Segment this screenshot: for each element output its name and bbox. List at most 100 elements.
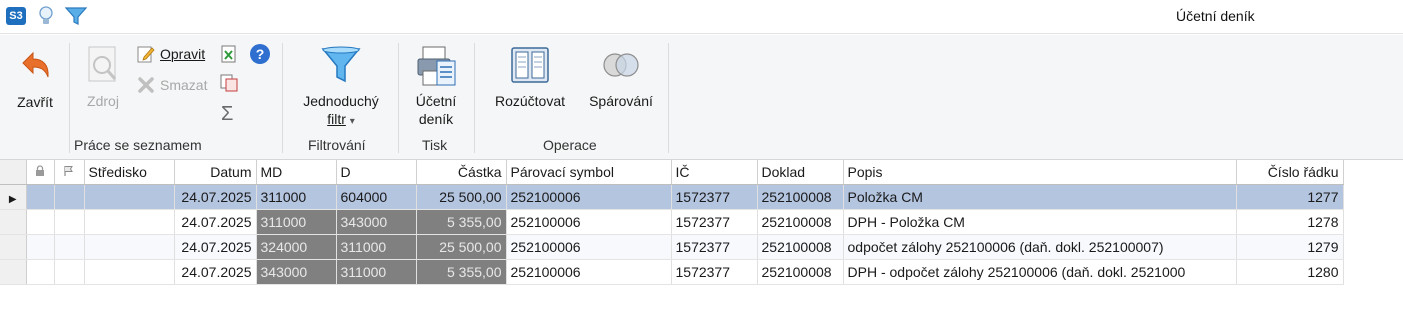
cell-cislo-radku[interactable]: 1280 <box>1236 259 1344 285</box>
flag-icon <box>64 165 73 176</box>
lock-cell <box>26 234 55 260</box>
source-button-label: Zdroj <box>87 93 119 109</box>
cell-datum[interactable]: 24.07.2025 <box>174 259 257 285</box>
delete-button[interactable]: Smazat <box>136 75 207 95</box>
simple-filter-label-2-wrap: filtr ▾ <box>327 110 355 131</box>
journal-grid: Středisko Datum MD D Částka Párovací sym… <box>0 160 1344 285</box>
group-label-filtrovani: Filtrování <box>308 137 366 153</box>
overlapping-circles-icon <box>603 53 639 77</box>
journal-print-button[interactable]: Účetní deník <box>410 45 462 128</box>
row-indicator <box>0 234 27 260</box>
group-label-prace: Práce se seznamem <box>74 137 202 153</box>
row-pointer-glyph: ▶ <box>8 193 17 205</box>
cell-castka[interactable]: 5 355,00 <box>416 209 507 235</box>
column-header-parovaci-symbol[interactable]: Párovací symbol <box>506 160 672 185</box>
cell-cislo-radku[interactable]: 1278 <box>1236 209 1344 235</box>
column-header-datum[interactable]: Datum <box>174 160 257 185</box>
cell-d[interactable]: 343000 <box>336 209 417 235</box>
flag-column-header[interactable] <box>54 160 85 185</box>
cell-doklad[interactable]: 252100008 <box>757 209 844 235</box>
close-button[interactable]: Zavřít <box>12 49 58 111</box>
cell-doklad[interactable]: 252100008 <box>757 234 844 260</box>
cell-stredisko[interactable] <box>84 234 175 260</box>
matching-button[interactable]: Spárování <box>584 45 658 110</box>
title-bar: S3 Účetní deník <box>0 0 1403 34</box>
column-header-stredisko[interactable]: Středisko <box>84 160 175 185</box>
cell-popis[interactable]: DPH - Položka CM <box>843 209 1237 235</box>
cell-d[interactable]: 604000 <box>336 184 417 210</box>
delete-x-icon <box>138 77 154 93</box>
edit-button[interactable]: Opravit <box>136 44 205 64</box>
cell-cislo-radku[interactable]: 1279 <box>1236 234 1344 260</box>
cell-popis[interactable]: odpočet zálohy 252100006 (daň. dokl. 252… <box>843 234 1237 260</box>
matching-button-label: Spárování <box>589 93 653 109</box>
column-header-ic[interactable]: IČ <box>671 160 758 185</box>
cell-popis[interactable]: DPH - odpočet zálohy 252100006 (daň. dok… <box>843 259 1237 285</box>
cell-d[interactable]: 311000 <box>336 259 417 285</box>
cell-datum[interactable]: 24.07.2025 <box>174 209 257 235</box>
cell-parovaci-symbol[interactable]: 252100006 <box>506 259 672 285</box>
row-pointer-icon: ▶ <box>0 184 27 210</box>
ribbon: Zavřít Zdroj Opravit Smazat ? Σ Práce se… <box>0 35 1403 160</box>
column-header-popis[interactable]: Popis <box>843 160 1237 185</box>
source-button[interactable]: Zdroj <box>80 45 126 110</box>
cell-parovaci-symbol[interactable]: 252100006 <box>506 234 672 260</box>
sum-icon[interactable]: Σ <box>221 103 233 126</box>
lock-column-header[interactable] <box>26 160 55 185</box>
table-row[interactable]: 24.07.2025 343000 311000 5 355,00 252100… <box>0 259 1344 285</box>
lightbulb-icon[interactable] <box>35 5 57 27</box>
table-row[interactable]: 24.07.2025 324000 311000 25 500,00 25210… <box>0 234 1344 260</box>
journal-print-label-2: deník <box>418 111 454 127</box>
column-header-cislo-radku[interactable]: Číslo řádku <box>1236 160 1344 185</box>
cell-md[interactable]: 324000 <box>256 234 337 260</box>
flag-cell <box>54 209 85 235</box>
cell-md[interactable]: 311000 <box>256 209 337 235</box>
allocate-button[interactable]: Rozúčtovat <box>488 45 572 110</box>
cell-ic[interactable]: 1572377 <box>671 259 758 285</box>
flag-cell <box>54 184 85 210</box>
cell-cislo-radku[interactable]: 1277 <box>1236 184 1344 210</box>
cell-castka[interactable]: 5 355,00 <box>416 259 507 285</box>
column-header-doklad[interactable]: Doklad <box>757 160 844 185</box>
cell-parovaci-symbol[interactable]: 252100006 <box>506 209 672 235</box>
column-header-md[interactable]: MD <box>256 160 337 185</box>
table-row[interactable]: ▶ 24.07.2025 311000 604000 25 500,00 252… <box>0 184 1344 210</box>
app-logo[interactable]: S3 <box>5 5 27 27</box>
copy-record-icon[interactable] <box>219 73 239 93</box>
column-header-castka[interactable]: Částka <box>416 160 507 185</box>
cell-castka[interactable]: 25 500,00 <box>416 184 507 210</box>
export-excel-icon[interactable] <box>219 44 239 64</box>
separator <box>474 43 475 153</box>
cell-doklad[interactable]: 252100008 <box>757 184 844 210</box>
cell-parovaci-symbol[interactable]: 252100006 <box>506 184 672 210</box>
cell-d[interactable]: 311000 <box>336 234 417 260</box>
group-label-operace: Operace <box>543 137 597 153</box>
cell-datum[interactable]: 24.07.2025 <box>174 184 257 210</box>
grid-header: Středisko Datum MD D Částka Párovací sym… <box>0 160 1344 185</box>
sum-icon-glyph: Σ <box>221 103 234 125</box>
lock-cell <box>26 259 55 285</box>
cell-md[interactable]: 311000 <box>256 184 337 210</box>
cell-ic[interactable]: 1572377 <box>671 234 758 260</box>
back-arrow-icon <box>22 51 49 78</box>
allocate-button-label: Rozúčtovat <box>494 93 566 109</box>
cell-castka[interactable]: 25 500,00 <box>416 234 507 260</box>
cell-ic[interactable]: 1572377 <box>671 209 758 235</box>
journal-print-label-1: Účetní <box>415 93 457 109</box>
cell-doklad[interactable]: 252100008 <box>757 259 844 285</box>
separator <box>398 43 399 153</box>
table-row[interactable]: 24.07.2025 311000 343000 5 355,00 252100… <box>0 209 1344 235</box>
cell-popis[interactable]: Položka CM <box>843 184 1237 210</box>
chevron-down-icon: ▾ <box>349 116 355 127</box>
cell-stredisko[interactable] <box>84 184 175 210</box>
simple-filter-button[interactable]: Jednoduchý filtr ▾ <box>296 45 386 131</box>
help-icon[interactable]: ? <box>249 43 271 65</box>
cell-stredisko[interactable] <box>84 259 175 285</box>
lock-cell <box>26 184 55 210</box>
cell-datum[interactable]: 24.07.2025 <box>174 234 257 260</box>
cell-md[interactable]: 343000 <box>256 259 337 285</box>
filter-icon[interactable] <box>64 5 88 27</box>
column-header-d[interactable]: D <box>336 160 417 185</box>
cell-ic[interactable]: 1572377 <box>671 184 758 210</box>
cell-stredisko[interactable] <box>84 209 175 235</box>
